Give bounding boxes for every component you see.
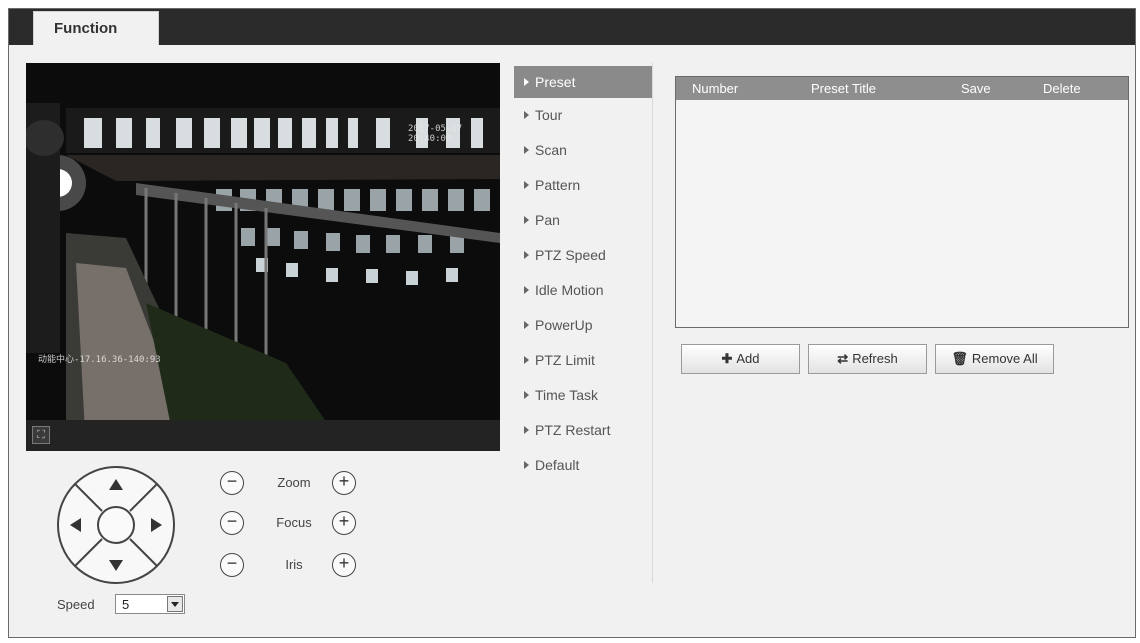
caret-right-icon: [524, 251, 529, 260]
caret-right-icon: [524, 286, 529, 295]
menu-item-label: Default: [535, 457, 580, 473]
menu-item-powerup[interactable]: PowerUp: [514, 308, 652, 343]
iris-close-icon[interactable]: −: [220, 553, 244, 577]
refresh-button-label: Refresh: [852, 351, 898, 366]
caret-right-icon: [524, 391, 529, 400]
ptz-direction-pad: [57, 466, 175, 584]
fullscreen-icon[interactable]: ⛶: [32, 426, 50, 444]
header-bar: [9, 9, 1135, 45]
zoom-label: Zoom: [277, 475, 311, 490]
focus-label: Focus: [276, 515, 312, 530]
speed-value: 5: [122, 597, 130, 612]
menu-item-ptz-restart[interactable]: PTZ Restart: [514, 413, 652, 448]
menu-item-time-task[interactable]: Time Task: [514, 378, 652, 413]
column-header-number: Number: [692, 81, 739, 96]
caret-right-icon: [524, 321, 529, 330]
video-frame: [26, 63, 500, 451]
menu-item-tour[interactable]: Tour: [514, 98, 652, 133]
menu-item-label: PowerUp: [535, 317, 593, 333]
menu-item-label: PTZ Speed: [535, 247, 606, 263]
speed-select[interactable]: 5: [115, 594, 185, 614]
caret-right-icon: [524, 356, 529, 365]
menu-item-label: Idle Motion: [535, 282, 604, 298]
menu-item-label: Pan: [535, 212, 560, 228]
menu-item-label: Preset: [535, 74, 576, 90]
caret-right-icon: [524, 461, 529, 470]
live-video[interactable]: 2017-05-17 20:40:00 动能中心-17.16.36-140:93: [26, 63, 500, 451]
zoom-out-icon[interactable]: −: [220, 471, 244, 495]
focus-out-icon[interactable]: −: [220, 511, 244, 535]
caret-right-icon: [524, 426, 529, 435]
add-button[interactable]: ✚ Add: [681, 344, 800, 374]
caret-right-icon: [524, 146, 529, 155]
caret-right-icon: [524, 78, 529, 87]
menu-item-ptz-speed[interactable]: PTZ Speed: [514, 238, 652, 273]
iris-open-icon[interactable]: +: [332, 553, 356, 577]
menu-item-label: PTZ Restart: [535, 422, 611, 438]
refresh-icon: ⇄: [837, 351, 849, 366]
menu-item-scan[interactable]: Scan: [514, 133, 652, 168]
menu-item-pattern[interactable]: Pattern: [514, 168, 652, 203]
column-header-preset-title: Preset Title: [811, 81, 877, 96]
column-header-save: Save: [961, 81, 991, 96]
ptz-function-menu: Preset Tour Scan Pattern Pan PTZ Speed I…: [514, 63, 653, 583]
tab-function[interactable]: Function: [33, 11, 159, 45]
menu-item-idle-motion[interactable]: Idle Motion: [514, 273, 652, 308]
menu-item-default[interactable]: Default: [514, 448, 652, 483]
video-toolbar: ⛶: [26, 420, 500, 451]
menu-item-ptz-limit[interactable]: PTZ Limit: [514, 343, 652, 378]
remove-all-button-label: Remove All: [971, 351, 1038, 366]
chevron-down-icon[interactable]: [167, 596, 183, 612]
remove-all-button[interactable]: 🗑 Remove All: [935, 344, 1054, 374]
speed-label: Speed: [57, 597, 95, 612]
menu-item-label: Pattern: [535, 177, 581, 193]
menu-item-label: Tour: [535, 107, 563, 123]
ptz-center-button[interactable]: [97, 506, 135, 544]
menu-item-label: Scan: [535, 142, 567, 158]
trash-icon: 🗑: [951, 351, 968, 366]
preset-table-header: Number Preset Title Save Delete: [676, 77, 1128, 100]
preset-table: Number Preset Title Save Delete: [675, 76, 1129, 328]
menu-item-label: PTZ Limit: [535, 352, 595, 368]
menu-item-preset[interactable]: Preset: [514, 66, 652, 98]
caret-right-icon: [524, 111, 529, 120]
plus-icon: ✚: [721, 351, 733, 366]
menu-item-pan[interactable]: Pan: [514, 203, 652, 238]
video-timestamp: 2017-05-17 20:40:00: [408, 124, 463, 144]
refresh-button[interactable]: ⇄ Refresh: [808, 344, 927, 374]
caret-right-icon: [524, 216, 529, 225]
menu-item-label: Time Task: [535, 387, 599, 403]
video-channel-name: 动能中心-17.16.36-140:93: [38, 355, 161, 365]
iris-label: Iris: [285, 557, 303, 572]
focus-in-icon[interactable]: +: [332, 511, 356, 535]
caret-right-icon: [524, 181, 529, 190]
column-header-delete: Delete: [1043, 81, 1081, 96]
add-button-label: Add: [736, 351, 760, 366]
zoom-in-icon[interactable]: +: [332, 471, 356, 495]
